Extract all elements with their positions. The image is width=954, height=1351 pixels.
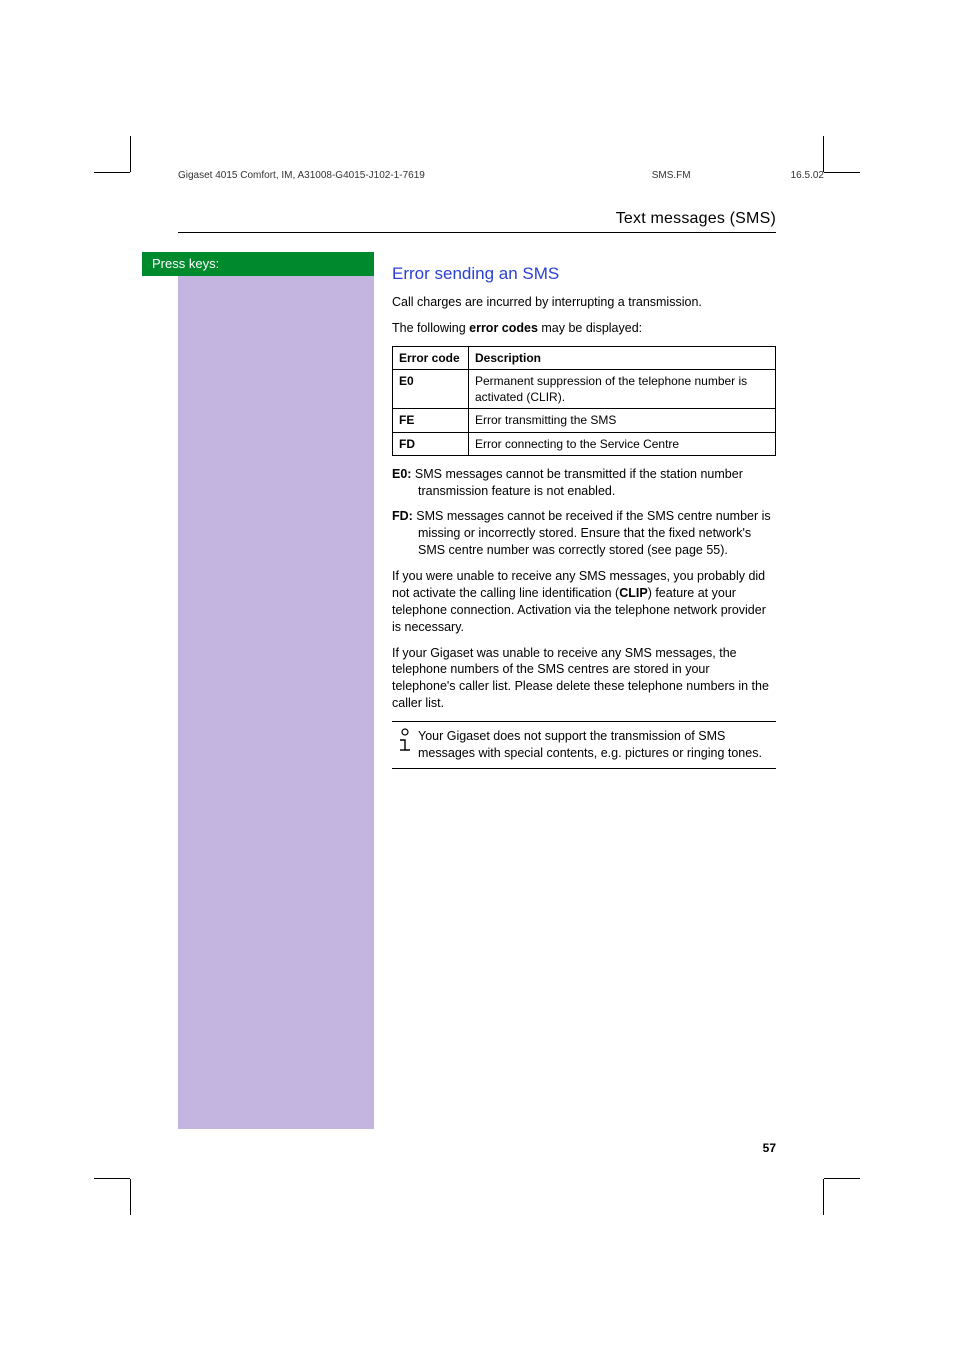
table-cell: E0 <box>393 369 469 408</box>
sidebar-label: Press keys: <box>142 252 374 276</box>
table-cell: Error transmitting the SMS <box>469 409 776 432</box>
header-rule <box>178 232 776 233</box>
table-row: FD Error connecting to the Service Centr… <box>393 432 776 455</box>
paragraph: The following error codes may be display… <box>392 320 776 337</box>
doc-date: 16.5.02 <box>791 170 824 181</box>
crop-mark <box>823 136 824 172</box>
content-area: Error sending an SMS Call charges are in… <box>392 256 776 769</box>
table-cell: FD <box>393 432 469 455</box>
table-header: Error code <box>393 346 469 369</box>
table-cell: FE <box>393 409 469 432</box>
file-name: SMS.FM <box>652 170 691 181</box>
crop-mark <box>824 1178 860 1179</box>
paragraph: If your Gigaset was unable to receive an… <box>392 645 776 713</box>
info-icon <box>392 728 418 754</box>
crop-mark <box>130 1179 131 1215</box>
table-row: FE Error transmitting the SMS <box>393 409 776 432</box>
body-text: Call charges are incurred by interruptin… <box>392 294 776 769</box>
definition-e0: E0: SMS messages cannot be transmitted i… <box>392 466 776 500</box>
sidebar: Press keys: <box>178 252 374 1129</box>
table-cell: Permanent suppression of the telephone n… <box>469 369 776 408</box>
header-meta: Gigaset 4015 Comfort, IM, A31008-G4015-J… <box>178 170 824 181</box>
table-header: Description <box>469 346 776 369</box>
crop-mark <box>823 1179 824 1215</box>
error-code-table: Error code Description E0 Permanent supp… <box>392 346 776 456</box>
table-cell: Error connecting to the Service Centre <box>469 432 776 455</box>
note-box: Your Gigaset does not support the transm… <box>392 721 776 769</box>
page-number: 57 <box>763 1141 776 1155</box>
note-text: Your Gigaset does not support the transm… <box>418 728 776 762</box>
crop-mark <box>94 172 130 173</box>
paragraph: If you were unable to receive any SMS me… <box>392 568 776 636</box>
table-row: E0 Permanent suppression of the telephon… <box>393 369 776 408</box>
doc-id: Gigaset 4015 Comfort, IM, A31008-G4015-J… <box>178 170 532 181</box>
crop-mark <box>130 136 131 172</box>
crop-mark <box>94 1178 130 1179</box>
definition-fd: FD: SMS messages cannot be received if t… <box>392 508 776 559</box>
section-heading: Error sending an SMS <box>392 264 776 284</box>
crop-mark <box>824 172 860 173</box>
running-head: Text messages (SMS) <box>616 210 776 228</box>
paragraph: Call charges are incurred by interruptin… <box>392 294 776 311</box>
table-header-row: Error code Description <box>393 346 776 369</box>
